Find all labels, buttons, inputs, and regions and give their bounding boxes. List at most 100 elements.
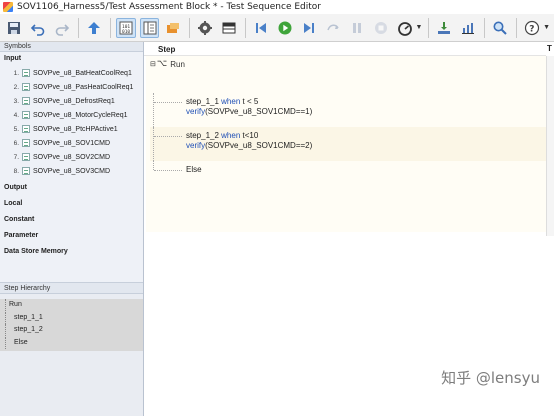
- redo-button[interactable]: [52, 18, 72, 38]
- input-symbol-item[interactable]: 6. SOVPve_u8_SOV1CMD: [0, 136, 143, 150]
- input-symbol-item[interactable]: 7. SOVPve_u8_SOV2CMD: [0, 150, 143, 164]
- tree-connector: [154, 170, 182, 171]
- tree-connector: [153, 127, 154, 161]
- save-icon: [7, 21, 20, 34]
- toolbar-separator: [516, 17, 518, 38]
- tree-connector: [5, 324, 6, 337]
- matlab-app-icon: [3, 2, 13, 12]
- tree-connector: [5, 311, 6, 324]
- step-header[interactable]: step_1_1 when t < 5: [186, 97, 258, 106]
- download-icon: [438, 21, 451, 34]
- data-import-button[interactable]: [434, 18, 454, 38]
- step-hierarchy-pane: Step Hierarchy Run step_1_1 step_1_2 Els…: [0, 282, 143, 416]
- step-action[interactable]: verify(SOVPve_u8_SOV1CMD==1): [186, 107, 312, 116]
- tree-connector: [5, 336, 6, 349]
- settings-button[interactable]: [195, 18, 215, 38]
- hierarchy-item-run[interactable]: Run: [0, 299, 143, 312]
- stop-icon: [374, 21, 387, 34]
- symbol-index: 8.: [13, 167, 19, 175]
- test-sequence-editor-window: SOV1106_Harness5/Test Assessment Block *…: [0, 0, 554, 416]
- input-signal-icon: [22, 153, 30, 161]
- input-signal-icon: [22, 97, 30, 105]
- help-button[interactable]: ?: [522, 18, 542, 38]
- save-button[interactable]: [4, 18, 24, 38]
- up-arrow-icon: [87, 21, 100, 34]
- stop-button[interactable]: [371, 18, 391, 38]
- data-inspector-button[interactable]: [163, 18, 183, 38]
- input-symbol-item[interactable]: 4. SOVPve_u8_MotorCycleReq1: [0, 108, 143, 122]
- when-keyword: when: [221, 131, 241, 140]
- signal-chart-button[interactable]: [458, 18, 478, 38]
- input-symbol-item[interactable]: 3. SOVPve_u8_DefrostReq1: [0, 94, 143, 108]
- property-pane-toggle[interactable]: [139, 17, 160, 38]
- symbol-name: SOVPve_u8_PtcHPActive1: [33, 125, 118, 133]
- tree-connector: [153, 161, 154, 170]
- step-column-header: Step: [144, 42, 546, 56]
- symbols-section-data-store-memory[interactable]: Data Store Memory: [0, 244, 143, 260]
- step-row[interactable]: step_1_2 when t<10 verify(SOVPve_u8_SOV1…: [150, 127, 548, 161]
- input-symbol-item[interactable]: 8. SOVPve_u8_SOV3CMD: [0, 164, 143, 178]
- pause-button[interactable]: [347, 18, 367, 38]
- hierarchy-item-step-1-2[interactable]: step_1_2: [0, 324, 143, 337]
- table-icon: [222, 22, 236, 33]
- run-step-label[interactable]: Run: [170, 60, 185, 69]
- run-icon: [278, 21, 292, 34]
- undo-button[interactable]: [28, 18, 48, 38]
- go-to-parent-button[interactable]: [84, 18, 104, 38]
- gear-icon: [198, 20, 213, 35]
- hierarchy-item-else[interactable]: Else: [0, 336, 143, 350]
- step-hierarchy-header: Step Hierarchy: [0, 282, 143, 294]
- step-back-button[interactable]: [251, 18, 271, 38]
- step-forward-button[interactable]: [299, 18, 319, 38]
- else-step-label[interactable]: Else: [186, 165, 202, 174]
- search-button[interactable]: [490, 18, 510, 38]
- hierarchy-item-step-1-1[interactable]: step_1_1: [0, 311, 143, 325]
- input-symbol-item[interactable]: 5. SOVPve_u8_PtcHPActive1: [0, 122, 143, 136]
- table-view-button[interactable]: [219, 18, 239, 38]
- step-row[interactable]: step_1_1 when t < 5 verify(SOVPve_u8_SOV…: [150, 93, 548, 127]
- symbol-name: SOVPve_u8_SOV1CMD: [33, 139, 111, 147]
- run-button[interactable]: [275, 18, 295, 38]
- run-step-block[interactable]: ⊟ ⌥ Run step_1_1 when t < 5 verify(SOVPv…: [146, 56, 548, 232]
- symbols-section-output[interactable]: Output: [0, 180, 143, 196]
- symbols-pane-toggle[interactable]: 101 010: [115, 17, 136, 38]
- step-forward-icon: [303, 22, 314, 33]
- window-title: SOV1106_Harness5/Test Assessment Block *…: [17, 2, 321, 12]
- else-step-row[interactable]: Else: [150, 161, 548, 179]
- input-signal-icon: [22, 125, 30, 133]
- symbols-section-input[interactable]: Input: [0, 52, 143, 66]
- input-signal-icon: [22, 83, 30, 91]
- symbol-name: SOVPve_u8_MotorCycleReq1: [33, 111, 128, 119]
- symbols-pane-header: Symbols: [0, 42, 143, 52]
- sim-mode-dropdown[interactable]: [395, 18, 415, 38]
- step-header[interactable]: step_1_2 when t<10: [186, 131, 258, 140]
- tree-connector: [154, 136, 182, 137]
- run-step-row[interactable]: ⊟ ⌥ Run: [150, 59, 185, 69]
- symbols-section-constant[interactable]: Constant: [0, 212, 143, 228]
- toolbar: 101 010 ▼ ? ▼: [0, 14, 554, 42]
- symbol-index: 4.: [13, 111, 19, 119]
- symbols-pane: Symbols Input 1. SOVPve_u8_BatHeatCoolReq…: [0, 42, 144, 416]
- step-column-title: Step: [158, 45, 176, 54]
- parallel-step-icon: ⌥: [156, 59, 168, 69]
- symbols-section-parameter[interactable]: Parameter: [0, 228, 143, 244]
- symbols-section-local[interactable]: Local: [0, 196, 143, 212]
- symbol-name: SOVPve_u8_SOV3CMD: [33, 167, 111, 175]
- tree-connector: [153, 93, 154, 127]
- verify-keyword: verify: [186, 107, 206, 116]
- chevron-down-icon[interactable]: ▼: [543, 24, 550, 31]
- step-in-button[interactable]: [323, 18, 343, 38]
- step-action[interactable]: verify(SOVPve_u8_SOV1CMD==2): [186, 141, 312, 150]
- step-condition: t<10: [242, 131, 259, 140]
- step-icon: [327, 24, 339, 30]
- collapse-icon[interactable]: ⊟: [150, 60, 156, 68]
- svg-text:010: 010: [122, 29, 130, 35]
- input-signal-icon: [22, 139, 30, 147]
- hierarchy-item-label: step_1_2: [14, 326, 43, 333]
- input-symbol-item[interactable]: 2. SOVPve_u8_PasHeatCoolReq1: [0, 80, 143, 94]
- input-symbol-item[interactable]: 1. SOVPve_u8_BatHeatCoolReq1: [0, 66, 143, 80]
- transition-column: [546, 56, 554, 236]
- symbol-index: 2.: [13, 83, 19, 91]
- input-signal-icon: [22, 167, 30, 175]
- chevron-down-icon[interactable]: ▼: [416, 24, 423, 31]
